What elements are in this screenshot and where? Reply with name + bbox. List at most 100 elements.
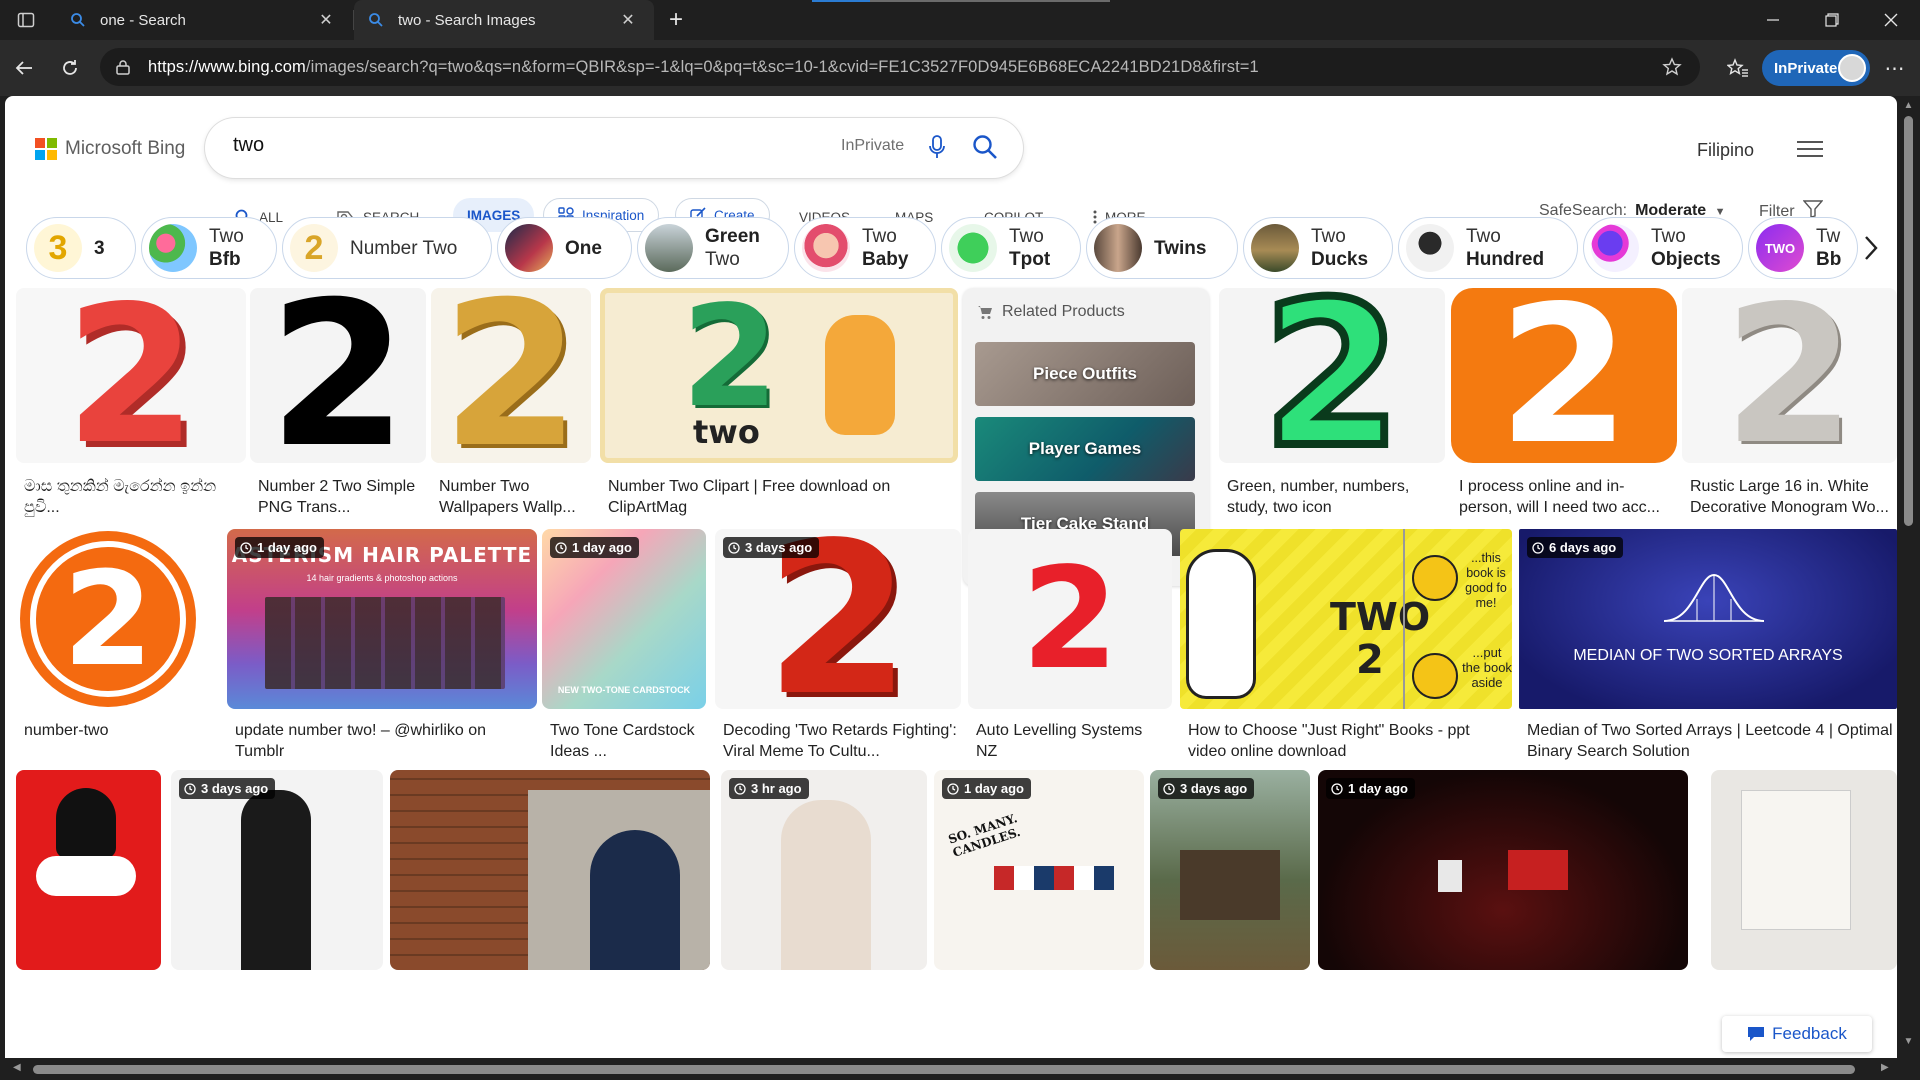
result-thumbnail[interactable]: 2 — [1451, 288, 1677, 463]
tab-actions-icon[interactable] — [8, 6, 44, 34]
image-result[interactable]: 2 two Number Two Clipart | Free download… — [600, 288, 958, 524]
microphone-icon[interactable] — [927, 134, 947, 165]
result-thumbnail[interactable]: 2 — [431, 288, 591, 463]
minimize-icon[interactable] — [1744, 0, 1802, 40]
search-box[interactable]: two InPrivate — [205, 118, 1023, 178]
related-chip-one[interactable]: One — [497, 217, 632, 279]
refresh-icon[interactable] — [54, 52, 86, 84]
image-result[interactable]: 2 number-two — [16, 529, 224, 759]
related-chip-two-ducks[interactable]: Two Ducks — [1243, 217, 1393, 279]
address-bar[interactable]: https://www.bing.com/images/search?q=two… — [100, 48, 1700, 86]
chevron-right-icon[interactable] — [1851, 226, 1891, 270]
close-tab-icon[interactable]: ✕ — [314, 8, 338, 32]
image-result[interactable]: 2 Number Two Wallpapers Wallp... — [431, 288, 591, 524]
new-tab-icon[interactable]: + — [660, 6, 692, 34]
result-thumbnail[interactable]: MEDIAN OF TWO SORTED ARRAYS 6 days ago — [1519, 529, 1897, 709]
result-thumbnail[interactable]: 1 day ago — [1318, 770, 1688, 970]
image-result[interactable] — [390, 770, 710, 970]
image-result[interactable]: ASTERISM HAIR PALETTE 14 hair gradients … — [227, 529, 537, 762]
horizontal-scrollbar[interactable]: ◀ ▶ — [5, 1058, 1920, 1080]
vertical-scrollbar[interactable]: ▲ ▼ — [1897, 96, 1920, 1058]
related-chip-3[interactable]: 3 3 — [26, 217, 136, 279]
close-window-icon[interactable] — [1862, 0, 1920, 40]
result-thumbnail[interactable]: 2 — [968, 529, 1172, 709]
image-result[interactable]: 1 day ago — [1318, 770, 1688, 970]
image-result[interactable]: SO. MANY. CANDLES. 1 day ago — [934, 770, 1144, 970]
related-chip-green-two[interactable]: Green Two — [637, 217, 789, 279]
result-thumbnail[interactable]: ASTERISM HAIR PALETTE 14 hair gradients … — [227, 529, 537, 709]
image-result[interactable]: NEW TWO-TONE CARDSTOCK 1 day ago Two Ton… — [542, 529, 706, 760]
result-thumbnail[interactable] — [16, 770, 161, 970]
related-product-item[interactable]: Player Games — [975, 417, 1195, 481]
related-chip-two-tpot[interactable]: Two Tpot — [941, 217, 1081, 279]
inprivate-profile-button[interactable]: InPrivate — [1762, 50, 1870, 86]
hamburger-menu-icon[interactable] — [1795, 136, 1825, 160]
result-caption[interactable]: මාස තුනකින් මැරෙන්න ඉන්න පුවි... — [24, 476, 242, 518]
related-chip-number-two[interactable]: 2 Number Two — [282, 217, 492, 279]
image-result[interactable] — [16, 770, 161, 970]
result-caption[interactable]: update number two! – @whirliko on Tumblr — [235, 720, 533, 762]
related-chip-two-bb[interactable]: TWO Tw Bb — [1748, 217, 1858, 279]
related-product-item[interactable]: Piece Outfits — [975, 342, 1195, 406]
result-caption[interactable]: Number Two Wallpapers Wallp... — [439, 476, 587, 518]
result-thumbnail[interactable]: 2 — [1682, 288, 1897, 463]
tab-two-search-images[interactable]: two - Search Images ✕ — [354, 0, 654, 40]
search-input[interactable]: two — [233, 134, 264, 157]
bing-logo[interactable]: Microsoft Bing — [35, 138, 185, 160]
favorites-icon[interactable] — [1722, 52, 1754, 84]
image-result[interactable] — [1711, 770, 1897, 970]
result-thumbnail[interactable]: 2 — [1219, 288, 1445, 463]
image-result[interactable]: 2 Green, number, numbers, study, two ico… — [1219, 288, 1445, 524]
image-result[interactable]: 2 මාස තුනකින් මැරෙන්න ඉන්න පුවි... — [16, 288, 246, 524]
result-thumbnail[interactable]: 3 days ago — [1150, 770, 1310, 970]
image-result[interactable]: 2 Auto Levelling Systems NZ — [968, 529, 1172, 762]
image-result[interactable]: 3 days ago — [1150, 770, 1310, 970]
result-thumbnail[interactable]: 2 — [250, 288, 426, 463]
image-result[interactable]: 2 Rustic Large 16 in. White Decorative M… — [1682, 288, 1897, 524]
result-thumbnail[interactable]: SO. MANY. CANDLES. 1 day ago — [934, 770, 1144, 970]
image-result[interactable]: 2 I process online and in-person, will I… — [1451, 288, 1677, 524]
result-caption[interactable]: Number Two Clipart | Free download on Cl… — [608, 476, 954, 518]
result-thumbnail[interactable] — [390, 770, 710, 970]
image-result[interactable]: 2 3 days ago Decoding 'Two Retards Fight… — [715, 529, 961, 762]
scrollbar-thumb[interactable] — [33, 1065, 1855, 1074]
image-result[interactable]: 3 days ago — [171, 770, 383, 970]
image-result[interactable]: TWO 2 ...this book is good fo me! ...put… — [1180, 529, 1512, 762]
result-thumbnail[interactable]: 3 hr ago — [721, 770, 927, 970]
scrollbar-thumb[interactable] — [1904, 116, 1913, 526]
result-caption[interactable]: Number 2 Two Simple PNG Trans... — [258, 476, 422, 518]
result-thumbnail[interactable]: 2 3 days ago — [715, 529, 961, 709]
search-icon[interactable] — [971, 133, 999, 166]
close-tab-icon[interactable]: ✕ — [616, 8, 640, 32]
result-caption[interactable]: Decoding 'Two Retards Fighting': Viral M… — [723, 720, 957, 762]
related-chip-two-baby[interactable]: Two Baby — [794, 217, 936, 279]
settings-more-icon[interactable]: ⋯ — [1880, 54, 1910, 82]
tab-one-search[interactable]: one - Search ✕ — [56, 0, 352, 40]
related-chip-two-objects[interactable]: Two Objects — [1583, 217, 1743, 279]
result-caption[interactable]: Auto Levelling Systems NZ — [976, 720, 1168, 762]
result-thumbnail[interactable]: TWO 2 ...this book is good fo me! ...put… — [1180, 529, 1512, 709]
result-thumbnail[interactable]: 3 days ago — [171, 770, 383, 970]
result-caption[interactable]: number-two — [24, 720, 220, 741]
related-chip-two-bfb[interactable]: Two Bfb — [141, 217, 277, 279]
result-thumbnail[interactable]: 2 — [16, 529, 224, 709]
result-caption[interactable]: Rustic Large 16 in. White Decorative Mon… — [1690, 476, 1893, 518]
scroll-down-icon[interactable]: ▼ — [1902, 1036, 1915, 1048]
scroll-left-icon[interactable]: ◀ — [13, 1062, 21, 1073]
image-result[interactable]: MEDIAN OF TWO SORTED ARRAYS 6 days ago M… — [1519, 529, 1897, 762]
result-thumbnail[interactable]: NEW TWO-TONE CARDSTOCK 1 day ago — [542, 529, 706, 709]
related-chip-twins[interactable]: Twins — [1086, 217, 1238, 279]
result-caption[interactable]: I process online and in-person, will I n… — [1459, 476, 1673, 518]
result-thumbnail[interactable]: 2 — [16, 288, 246, 463]
image-result[interactable]: 2 Number 2 Two Simple PNG Trans... — [250, 288, 426, 524]
result-caption[interactable]: Green, number, numbers, study, two icon — [1227, 476, 1441, 518]
language-selector[interactable]: Filipino — [1697, 140, 1754, 161]
back-arrow-icon[interactable] — [8, 52, 40, 84]
lock-icon[interactable] — [116, 59, 134, 75]
related-chip-two-hundred[interactable]: Two Hundred — [1398, 217, 1578, 279]
scroll-up-icon[interactable]: ▲ — [1902, 100, 1915, 112]
result-caption[interactable]: How to Choose "Just Right" Books - ppt v… — [1188, 720, 1508, 762]
result-caption[interactable]: Median of Two Sorted Arrays | Leetcode 4… — [1527, 720, 1893, 762]
image-result[interactable]: 3 hr ago — [721, 770, 927, 970]
feedback-button[interactable]: Feedback — [1722, 1016, 1872, 1052]
